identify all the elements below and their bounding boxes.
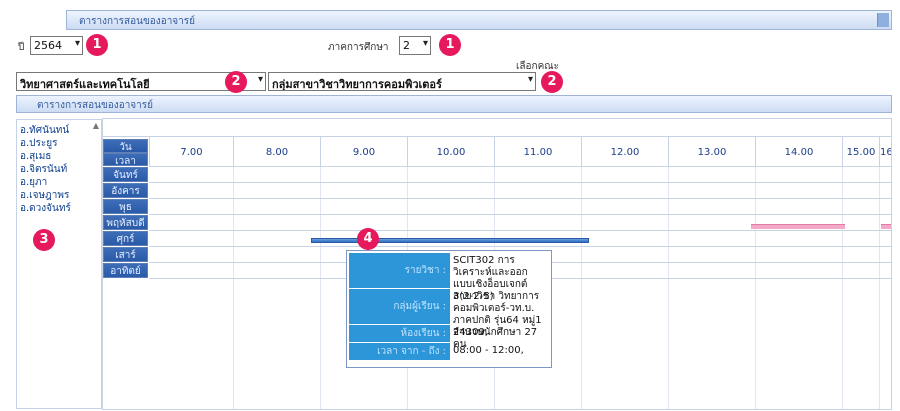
schedule-top-strip: [103, 119, 891, 137]
annotation-marker-1: 1: [86, 34, 108, 56]
time-column-header: 7.00: [149, 137, 233, 166]
page-title: ตารางการสอนของอาจารย์: [79, 16, 196, 27]
subheader-title: ตารางการสอนของอาจารย์: [37, 100, 154, 111]
annotation-marker-4: 4: [357, 228, 379, 250]
time-header: เวลา: [103, 153, 148, 167]
teacher-item[interactable]: อ.เจษฎาพร: [17, 188, 101, 201]
course-tooltip: รายวิชา : SCIT302 การวิเคราะห์และออกแบบเ…: [346, 250, 552, 368]
tooltip-subject-label: รายวิชา :: [349, 253, 449, 288]
grid-divider: [879, 166, 880, 409]
day-cell-tue: อังคาร: [103, 183, 148, 198]
teacher-list[interactable]: ▲ อ.ทัศนันทน์ อ.ประยูร อ.สุเมธ อ.จิตรนัน…: [16, 119, 102, 409]
grid-row-line: [149, 214, 891, 215]
chevron-down-icon: ▾: [257, 74, 263, 85]
grid-divider: [755, 166, 756, 409]
time-column-header: 16.: [879, 137, 891, 166]
grid-divider: [320, 166, 321, 409]
day-cell-wed: พุธ: [103, 199, 148, 214]
chevron-down-icon: ▾: [422, 38, 428, 49]
time-column-header: 15.00: [842, 137, 879, 166]
day-cell-sat: เสาร์: [103, 247, 148, 262]
scroll-up-icon[interactable]: ▲: [93, 121, 99, 130]
term-value: 2: [403, 39, 410, 52]
time-column-header: 13.00: [668, 137, 755, 166]
annotation-marker-3: 3: [33, 229, 55, 251]
tooltip-group-value: สาขาวิชา วิทยาการคอมพิวเตอร์-วท.บ. ภาคปก…: [449, 289, 549, 350]
teacher-item[interactable]: อ.สุเมธ: [17, 149, 101, 162]
schedule-block-thursday[interactable]: [751, 224, 845, 229]
tooltip-time-label: เวลา จาก - ถึง :: [349, 343, 449, 360]
department-select[interactable]: กลุ่มสาขาวิชาวิทยาการคอมพิวเตอร์ ▾: [268, 72, 536, 91]
grid-divider: [842, 166, 843, 409]
chevron-down-icon: ▾: [527, 74, 533, 85]
chevron-down-icon: ▾: [74, 38, 80, 49]
day-cell-fri: ศุกร์: [103, 231, 148, 246]
tooltip-subject-value: SCIT302 การวิเคราะห์และออกแบบเชิงอ็อบเจก…: [449, 253, 549, 302]
teacher-item[interactable]: อ.ทัศนันทน์: [17, 123, 101, 136]
grid-row-line: [149, 166, 891, 167]
day-header: วัน: [103, 139, 148, 153]
schedule-subheader: ตารางการสอนของอาจารย์: [16, 95, 892, 113]
teacher-item[interactable]: อ.ยุภา: [17, 175, 101, 188]
term-label: ภาคการศึกษา: [328, 42, 389, 53]
grid-divider: [668, 166, 669, 409]
schedule-block-friday[interactable]: [311, 238, 589, 243]
page-header: ตารางการสอนของอาจารย์: [66, 10, 892, 30]
year-value: 2564: [34, 39, 62, 52]
day-cell-thu: พฤหัสบดี: [103, 215, 148, 230]
annotation-marker-2: 2: [225, 71, 247, 93]
time-column-header: 12.00: [581, 137, 668, 166]
teacher-item[interactable]: อ.ประยูร: [17, 136, 101, 149]
grid-row-line: [149, 230, 891, 231]
teacher-item[interactable]: อ.ดวงจันทร์: [17, 201, 101, 214]
tooltip-room-value: 24309,: [449, 325, 549, 342]
term-select[interactable]: 2 ▾: [399, 36, 431, 55]
day-cell-sun: อาทิตย์: [103, 263, 148, 278]
annotation-marker-2b: 2: [541, 71, 563, 93]
tooltip-room-label: ห้องเรียน :: [349, 325, 449, 342]
grid-divider: [233, 166, 234, 409]
time-column-header: 14.00: [755, 137, 842, 166]
department-value: กลุ่มสาขาวิชาวิทยาการคอมพิวเตอร์: [272, 78, 442, 91]
grid-divider: [581, 166, 582, 409]
tooltip-group-label: กลุ่มผู้เรียน :: [349, 289, 449, 324]
grid-row-line: [149, 182, 891, 183]
grid-row-line: [149, 246, 891, 247]
time-column-header: 10.00: [407, 137, 494, 166]
year-label: ปี: [18, 42, 25, 53]
year-select[interactable]: 2564 ▾: [30, 36, 83, 55]
header-edge-icon: [877, 13, 889, 27]
faculty-value: วิทยาศาสตร์และเทคโนโลยี: [20, 78, 150, 91]
teacher-item[interactable]: อ.จิตรนันท์: [17, 162, 101, 175]
schedule-block-thursday-cont[interactable]: [881, 224, 891, 229]
annotation-marker-1b: 1: [439, 34, 461, 56]
grid-row-line: [149, 198, 891, 199]
time-column-header: 11.00: [494, 137, 581, 166]
time-column-header: 8.00: [233, 137, 320, 166]
tooltip-time-value: 08:00 - 12:00,: [449, 343, 549, 360]
time-column-header: 9.00: [320, 137, 407, 166]
day-cell-mon: จันทร์: [103, 167, 148, 182]
